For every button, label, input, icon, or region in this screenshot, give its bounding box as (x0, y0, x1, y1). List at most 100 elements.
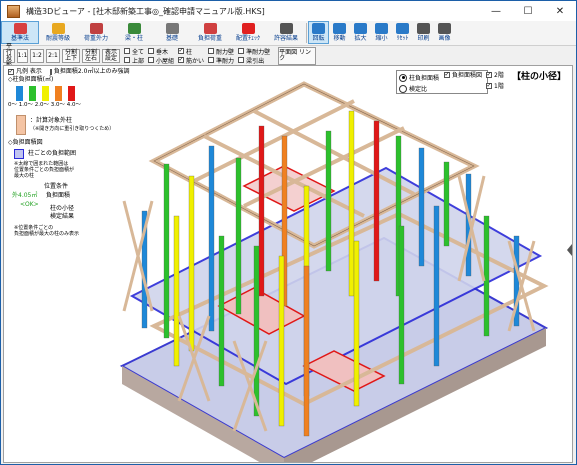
display-check-8[interactable]: 準耐力壁 (238, 47, 270, 56)
checkbox-icon[interactable] (178, 48, 185, 54)
toolbar-button-3[interactable]: 梁・柱 (115, 21, 153, 44)
toolbar-label: 荷重外力 (83, 35, 108, 42)
legend-color-bar-3 (55, 86, 62, 101)
area-filter-label: 負担面積2.0㎡以上のみ強調 (53, 68, 130, 75)
rotate-icon (312, 23, 325, 34)
minimize-button[interactable]: — (480, 1, 512, 21)
ratio-2-1-button[interactable]: 2:1 (46, 48, 60, 63)
column-4[interactable] (235, 157, 242, 315)
toolbar-button-11[interactable]: 縮小 (371, 21, 392, 44)
toolbar-button-14[interactable]: 画像 (434, 21, 455, 44)
column-10[interactable] (373, 120, 380, 282)
toolbar-button-6[interactable]: 配置ﾁｪｯｸ (229, 21, 267, 44)
close-button[interactable]: ✕ (544, 1, 576, 21)
toolbar-button-5[interactable]: 負担荷重 (191, 21, 229, 44)
display-check-5[interactable]: 筋かい (178, 56, 204, 65)
column-24[interactable] (218, 235, 225, 387)
column-3[interactable] (208, 145, 215, 332)
display-check-3[interactable]: 小屋組 (148, 56, 174, 65)
parallel-projection-button[interactable]: 平行 投影 (3, 43, 15, 67)
toolbar-button-12[interactable]: ﾘｾｯﾄ (392, 21, 413, 44)
column-1[interactable] (163, 163, 170, 339)
split-horizontal-button[interactable]: 分割 左右 (82, 48, 100, 63)
display-check-2[interactable]: 垂木 (148, 47, 174, 56)
check-result-label: 検定結果 (50, 213, 75, 220)
column-21[interactable] (483, 215, 490, 337)
toolbar-button-1[interactable]: 耐震等級 (39, 21, 77, 44)
panel-collapse-icon[interactable] (567, 244, 572, 256)
burden-toggle: 負担面積図 (444, 70, 486, 79)
column-13[interactable] (443, 161, 450, 247)
checkbox-icon[interactable] (238, 48, 245, 54)
show-legend-row[interactable]: 凡例 表示 負担面積2.0㎡以上のみ強調 (8, 68, 130, 76)
checkbox-icon[interactable] (124, 48, 130, 54)
split-vertical-button[interactable]: 分割 上下 (62, 48, 80, 63)
display-check-1[interactable]: 上部 (124, 56, 144, 65)
burden-check-row[interactable]: 負担面積図 (444, 70, 482, 79)
floor-2-checkbox[interactable] (486, 71, 492, 78)
column-15[interactable] (253, 245, 260, 417)
toolbar-button-10[interactable]: 拡大 (350, 21, 371, 44)
3d-viewport[interactable]: 凡例 表示 負担面積2.0㎡以上のみ強調 ◇柱負担面積(㎡) 0～ 1.0～ 2… (3, 65, 573, 463)
toolbar-button-4[interactable]: 基礎 (153, 21, 191, 44)
maximize-button[interactable]: ☐ (512, 1, 544, 21)
column-8[interactable] (325, 130, 332, 272)
display-check-7[interactable]: 準耐力 (208, 56, 234, 65)
column-2[interactable] (188, 175, 195, 352)
toolbar-button-13[interactable]: 印刷 (413, 21, 434, 44)
check-icon (241, 23, 255, 34)
checkbox-icon[interactable] (124, 57, 130, 63)
checkbox-icon[interactable] (148, 57, 155, 63)
column-18[interactable] (353, 240, 360, 407)
radio-ratio[interactable] (399, 84, 407, 93)
ratio-1-1-button[interactable]: 1:1 (17, 48, 28, 63)
plan-link-button[interactable]: 平面図 リンク (278, 46, 317, 65)
floor-1-checkbox[interactable] (486, 82, 492, 89)
legend-note-3: 最大の柱 (14, 173, 35, 179)
display-check-6[interactable]: 耐力壁 (208, 47, 234, 56)
show-legend-checkbox[interactable] (8, 69, 14, 75)
mode-option-ratio[interactable]: 検定比 (399, 84, 485, 93)
display-check-0[interactable]: 全て (124, 47, 144, 56)
checkbox-icon[interactable] (208, 48, 215, 54)
checkbox-icon[interactable] (178, 57, 185, 63)
column-12[interactable] (418, 147, 425, 267)
main-toolbar: 基準法 耐震等級 荷重外力 梁・柱 基礎 負担荷重 配置ﾁｪｯｸ 許容結果 回転 移動 拡大 縮小 ﾘｾ… (1, 21, 576, 46)
floor-2-label: 2階 (494, 72, 504, 79)
legend-panel: 凡例 表示 負担面積2.0㎡以上のみ強調 ◇柱負担面積(㎡) 0～ 1.0～ 2… (8, 68, 130, 237)
column-9[interactable] (348, 110, 355, 297)
toolbar-button-2[interactable]: 荷重外力 (77, 21, 115, 44)
column-17[interactable] (303, 265, 310, 437)
column-20[interactable] (433, 205, 440, 367)
area-filter-checkbox[interactable] (49, 69, 52, 75)
toolbar-separator (306, 23, 307, 43)
radio-burden[interactable] (399, 73, 407, 82)
ratio-1-2-button[interactable]: 1:2 (30, 48, 44, 63)
display-check-4[interactable]: 柱 (178, 47, 204, 56)
column-23[interactable] (173, 215, 180, 367)
toolbar-label: 梁・柱 (124, 35, 143, 42)
toolbar-button-8[interactable]: 回転 (308, 21, 329, 44)
checkbox-icon[interactable] (208, 57, 215, 63)
display-check-9[interactable]: 梁引出 (238, 56, 270, 65)
toolbar-button-7[interactable]: 許容結果 (267, 21, 305, 44)
checkbox-icon[interactable] (148, 48, 155, 54)
column-16[interactable] (278, 255, 285, 427)
window-controls: — ☐ ✕ (480, 1, 576, 21)
floor-2-row[interactable]: 2階 (486, 70, 504, 79)
floor-toggle: 2階 1階 (486, 70, 508, 90)
app-window: 構造3Dビューア - [社木邸新築工事◎_確認申請マニュアル版.HKS] — ☐… (0, 0, 577, 465)
column-5[interactable] (258, 125, 265, 297)
legend-color-bar-2 (42, 86, 49, 101)
checkbox-icon[interactable] (238, 57, 245, 63)
burden-checkbox[interactable] (444, 71, 450, 78)
display-settings-button[interactable]: 表示 設定 (102, 48, 120, 63)
toolbar-button-0[interactable]: 基準法 (1, 21, 39, 44)
column-19[interactable] (398, 225, 405, 385)
toolbar-button-9[interactable]: 移動 (329, 21, 350, 44)
toolbar-label: 許容結果 (273, 35, 298, 42)
floor-1-row[interactable]: 1階 (486, 81, 504, 90)
legend-color-bar-4 (68, 86, 75, 101)
zoom-out-icon (375, 23, 388, 34)
burden-header: ◇負担面積図 (8, 139, 43, 146)
